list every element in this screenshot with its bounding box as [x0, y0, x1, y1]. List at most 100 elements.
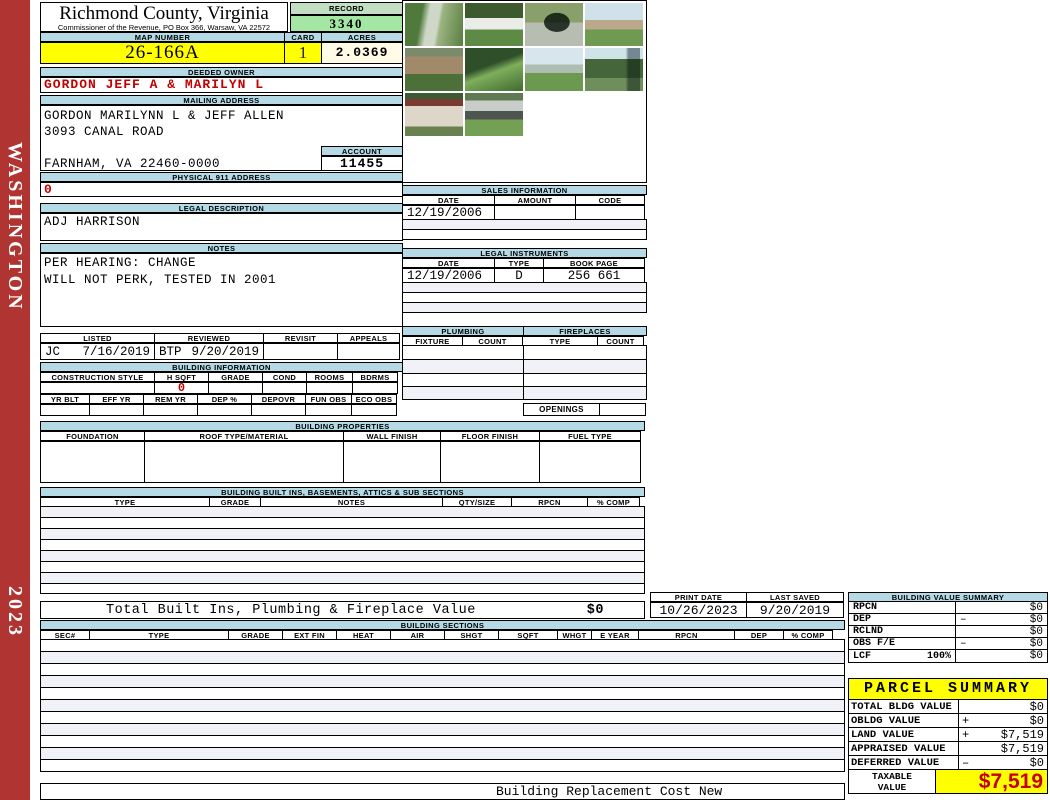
rooms-value: [306, 382, 353, 394]
listed-label: LISTED: [40, 333, 155, 343]
parcel-value: $7,519: [1000, 727, 1044, 742]
dep-pct-header: DEP %: [197, 394, 252, 404]
legal-description-value: ADJ HARRISON: [40, 213, 403, 241]
notes-label: NOTES: [40, 243, 403, 253]
card-label: CARD: [284, 32, 322, 42]
li-bookpage-header: BOOK PAGE: [543, 258, 645, 268]
bvs-row: LCF 100% $0: [848, 649, 1048, 663]
fuel-type-header: FUEL TYPE: [539, 431, 641, 441]
parcel-op: +: [962, 727, 970, 742]
bvs-value: $0: [1029, 613, 1043, 626]
parcel-label: APPRAISED VALUE: [849, 742, 959, 755]
county-title: Richmond County, Virginia: [59, 3, 269, 24]
roof-header: ROOF TYPE/MATERIAL: [144, 431, 344, 441]
photo-thumbnail-6[interactable]: [465, 48, 523, 91]
sales-code-value: [575, 205, 645, 220]
bvs-row: RPCN $0: [848, 601, 1048, 614]
empty-row: [402, 386, 647, 400]
reviewed-date: 9/20/2019: [191, 344, 259, 359]
photo-thumbnail-7[interactable]: [525, 48, 583, 91]
physical-address-value: 0: [40, 182, 403, 197]
parcel-row: TOTAL BLDG VALUE $0: [848, 699, 1048, 714]
account-label: ACCOUNT: [321, 146, 403, 156]
listed-by: JC: [45, 344, 61, 359]
listed-date: 7/16/2019: [82, 344, 150, 359]
parcel-op: +: [962, 713, 970, 728]
appeals-value: [337, 343, 400, 360]
bvs-label: OBS F/E: [853, 638, 896, 649]
grade-header: GRADE: [208, 372, 263, 382]
bvs-op: –: [960, 613, 967, 626]
sales-code-header: CODE: [575, 195, 645, 205]
bvs-label: DEP: [853, 614, 872, 625]
bvs-value: $0: [1029, 650, 1043, 662]
acres-value: 2.0369: [321, 42, 403, 64]
revisit-label: REVISIT: [263, 333, 338, 343]
bvs-row: RCLND $0: [848, 625, 1048, 638]
legal-instruments-title: LEGAL INSTRUMENTS: [402, 248, 647, 258]
plumbing-title: PLUMBING: [402, 326, 524, 336]
photo-thumbnail-5[interactable]: [405, 48, 463, 91]
notes-line-1: PER HEARING: CHANGE: [44, 256, 197, 270]
photo-thumbnail-8[interactable]: [585, 48, 643, 91]
bvs-pct: 100%: [926, 650, 951, 662]
map-number-label: MAP NUMBER: [40, 32, 285, 42]
built-ins-total-value: $0: [586, 602, 604, 618]
revisit-value: [263, 343, 338, 360]
cond-header: COND: [262, 372, 307, 382]
parcel-value: $0: [1029, 713, 1044, 728]
rooms-header: ROOMS: [306, 372, 353, 382]
hsqft-value: 0: [154, 382, 209, 394]
last-saved-value: 9/20/2019: [746, 602, 844, 618]
sales-title: SALES INFORMATION: [402, 185, 647, 195]
building-sections-rows: [40, 639, 845, 772]
parcel-summary-rows: TOTAL BLDG VALUE $0 OBLDG VALUE + $0 LAN…: [848, 699, 1048, 794]
floor-finish-value: [440, 441, 540, 483]
sales-amount-value: [494, 205, 576, 220]
notes-block: PER HEARING: CHANGE WILL NOT PERK, TESTE…: [40, 253, 403, 327]
sidebar: WASHINGTON 2023: [0, 0, 30, 800]
depovr-header: DEPOVR: [251, 394, 306, 404]
li-date-header: DATE: [402, 258, 495, 268]
funobs-header: FUN OBS: [305, 394, 352, 404]
photo-thumbnail-9[interactable]: [405, 93, 463, 136]
remyr-header: REM YR: [143, 394, 198, 404]
photo-thumbnail-10[interactable]: [465, 93, 523, 136]
construction-style-header: CONSTRUCTION STYLE: [40, 372, 155, 382]
floor-finish-header: FLOOR FINISH: [440, 431, 540, 441]
empty-row: [40, 583, 645, 594]
parcel-row: DEFERRED VALUE – $0: [848, 755, 1048, 770]
foundation-header: FOUNDATION: [40, 431, 145, 441]
effyr-header: EFF YR: [89, 394, 144, 404]
photo-thumbnail-1[interactable]: [405, 3, 463, 46]
parcel-label: TOTAL BLDG VALUE: [849, 700, 959, 713]
bvs-value: $0: [1029, 625, 1043, 638]
photo-thumbnail-3[interactable]: [525, 3, 583, 46]
bvs-label: RCLND: [853, 626, 884, 637]
bdrms-value: [352, 382, 398, 394]
bvs-label: LCF: [853, 650, 872, 662]
print-date-label: PRINT DATE: [650, 592, 747, 602]
parcel-value: $0: [1029, 755, 1044, 770]
parcel-value: $0: [1029, 699, 1044, 714]
deeded-owner-value: GORDON JEFF A & MARILYN L: [40, 77, 403, 93]
sales-date-value: 12/19/2006: [402, 205, 495, 220]
empty-row: [40, 759, 845, 772]
appeals-label: APPEALS: [337, 333, 400, 343]
cond-value: [262, 382, 307, 394]
fireplaces-title: FIREPLACES: [523, 326, 647, 336]
li-date-value: 12/19/2006: [402, 268, 495, 283]
photo-thumbnail-2[interactable]: [465, 3, 523, 46]
taxable-label-line1: TAXABLE: [872, 770, 912, 782]
empty-row: [402, 345, 647, 360]
photo-thumbnail-4[interactable]: [585, 3, 643, 46]
building-value-summary-rows: RPCN $0 DEP – $0 RCLND $0 OBS F/E – $0 L…: [848, 601, 1048, 663]
yrblt-header: YR BLT: [40, 394, 90, 404]
building-information-title: BUILDING INFORMATION: [40, 362, 403, 372]
wall-finish-header: WALL FINISH: [343, 431, 441, 441]
mailing-line-1: GORDON MARILYNN L & JEFF ALLEN: [44, 109, 285, 123]
sidebar-state-label: WASHINGTON: [4, 142, 26, 312]
taxable-value-row: TAXABLE VALUE $7,519: [848, 769, 1048, 794]
sidebar-year-label: 2023: [4, 586, 26, 638]
parcel-summary-title: PARCEL SUMMARY: [848, 678, 1048, 700]
